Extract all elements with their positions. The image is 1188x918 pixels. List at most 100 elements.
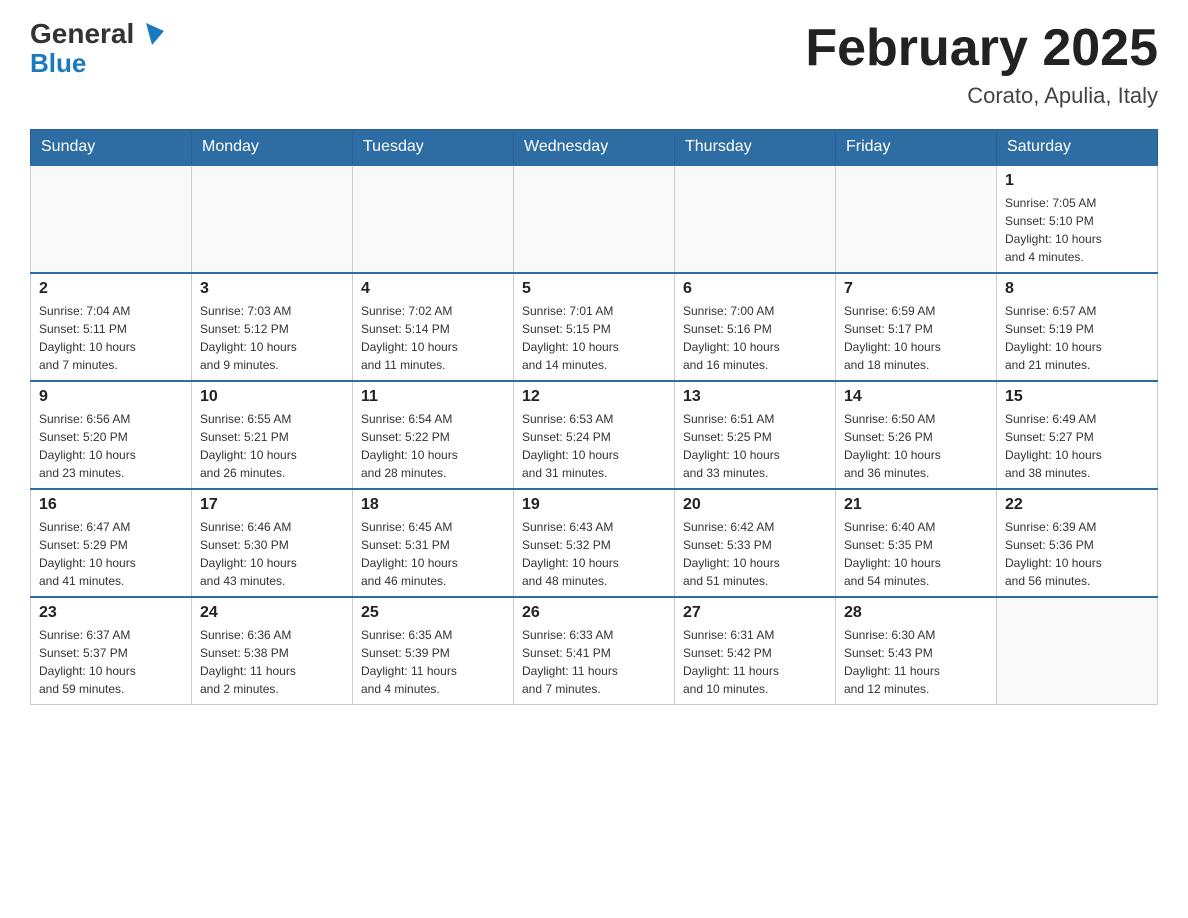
day-info: Sunrise: 6:36 AM Sunset: 5:38 PM Dayligh… bbox=[200, 626, 344, 698]
day-info: Sunrise: 6:50 AM Sunset: 5:26 PM Dayligh… bbox=[844, 410, 988, 482]
day-info: Sunrise: 6:46 AM Sunset: 5:30 PM Dayligh… bbox=[200, 518, 344, 590]
day-number: 15 bbox=[1005, 388, 1149, 406]
calendar-cell: 4Sunrise: 7:02 AM Sunset: 5:14 PM Daylig… bbox=[353, 273, 514, 381]
day-number: 6 bbox=[683, 280, 827, 298]
day-info: Sunrise: 6:51 AM Sunset: 5:25 PM Dayligh… bbox=[683, 410, 827, 482]
calendar-cell bbox=[675, 165, 836, 273]
calendar-cell bbox=[836, 165, 997, 273]
day-number: 12 bbox=[522, 388, 666, 406]
weekday-header-wednesday: Wednesday bbox=[514, 130, 675, 166]
calendar-cell bbox=[31, 165, 192, 273]
calendar-cell: 6 Sunrise: 7:00 AM Sunset: 5:16 PM Daylig… bbox=[675, 273, 836, 381]
day-info: Sunrise: 6:30 AM Sunset: 5:43 PM Dayligh… bbox=[844, 626, 988, 698]
day-number: 16 bbox=[39, 496, 183, 514]
day-info: Sunrise: 6:49 AM Sunset: 5:27 PM Dayligh… bbox=[1005, 410, 1149, 482]
day-info: Sunrise: 6:37 AM Sunset: 5:37 PM Dayligh… bbox=[39, 626, 183, 698]
calendar-cell: 17Sunrise: 6:46 AM Sunset: 5:30 PM Dayli… bbox=[192, 489, 353, 597]
calendar-title: February 2025 bbox=[805, 20, 1158, 77]
day-info: Sunrise: 6:56 AM Sunset: 5:20 PM Dayligh… bbox=[39, 410, 183, 482]
day-info: Sunrise: 6:31 AM Sunset: 5:42 PM Dayligh… bbox=[683, 626, 827, 698]
day-number: 24 bbox=[200, 604, 344, 622]
calendar-cell: 24 Sunrise: 6:36 AM Sunset: 5:38 PM Dayli… bbox=[192, 597, 353, 705]
calendar-cell: 20 Sunrise: 6:42 AM Sunset: 5:33 PM Dayli… bbox=[675, 489, 836, 597]
day-number: 7 bbox=[844, 280, 988, 298]
page-header: General Blue February 2025 Corato, Apuli… bbox=[30, 20, 1158, 109]
calendar-cell: 8 Sunrise: 6:57 AM Sunset: 5:19 PM Daylig… bbox=[997, 273, 1158, 381]
calendar-cell: 22Sunrise: 6:39 AM Sunset: 5:36 PM Dayli… bbox=[997, 489, 1158, 597]
calendar-cell: 14 Sunrise: 6:50 AM Sunset: 5:26 PM Dayli… bbox=[836, 381, 997, 489]
calendar-cell: 15 Sunrise: 6:49 AM Sunset: 5:27 PM Dayli… bbox=[997, 381, 1158, 489]
calendar-cell: 16 Sunrise: 6:47 AM Sunset: 5:29 PM Dayli… bbox=[31, 489, 192, 597]
weekday-header-thursday: Thursday bbox=[675, 130, 836, 166]
day-number: 3 bbox=[200, 280, 344, 298]
weekday-header-tuesday: Tuesday bbox=[353, 130, 514, 166]
day-info: Sunrise: 7:04 AM Sunset: 5:11 PM Dayligh… bbox=[39, 302, 183, 374]
day-info: Sunrise: 6:39 AM Sunset: 5:36 PM Dayligh… bbox=[1005, 518, 1149, 590]
day-number: 18 bbox=[361, 496, 505, 514]
day-number: 13 bbox=[683, 388, 827, 406]
calendar-cell: 1 Sunrise: 7:05 AM Sunset: 5:10 PM Daylig… bbox=[997, 165, 1158, 273]
day-info: Sunrise: 6:55 AM Sunset: 5:21 PM Dayligh… bbox=[200, 410, 344, 482]
day-info: Sunrise: 6:40 AM Sunset: 5:35 PM Dayligh… bbox=[844, 518, 988, 590]
day-info: Sunrise: 7:01 AM Sunset: 5:15 PM Dayligh… bbox=[522, 302, 666, 374]
weekday-header-sunday: Sunday bbox=[31, 130, 192, 166]
calendar-cell bbox=[353, 165, 514, 273]
day-number: 27 bbox=[683, 604, 827, 622]
day-info: Sunrise: 6:57 AM Sunset: 5:19 PM Dayligh… bbox=[1005, 302, 1149, 374]
day-info: Sunrise: 6:45 AM Sunset: 5:31 PM Dayligh… bbox=[361, 518, 505, 590]
calendar-cell: 18 Sunrise: 6:45 AM Sunset: 5:31 PM Dayli… bbox=[353, 489, 514, 597]
week-row-3: 9 Sunrise: 6:56 AM Sunset: 5:20 PM Daylig… bbox=[31, 381, 1158, 489]
day-info: Sunrise: 6:33 AM Sunset: 5:41 PM Dayligh… bbox=[522, 626, 666, 698]
day-info: Sunrise: 6:54 AM Sunset: 5:22 PM Dayligh… bbox=[361, 410, 505, 482]
week-row-2: 2 Sunrise: 7:04 AM Sunset: 5:11 PM Daylig… bbox=[31, 273, 1158, 381]
calendar-cell bbox=[192, 165, 353, 273]
logo: General Blue bbox=[30, 20, 145, 76]
day-number: 21 bbox=[844, 496, 988, 514]
calendar-subtitle: Corato, Apulia, Italy bbox=[805, 83, 1158, 109]
weekday-header-row: SundayMondayTuesdayWednesdayThursdayFrid… bbox=[31, 130, 1158, 166]
calendar-cell: 12 Sunrise: 6:53 AM Sunset: 5:24 PM Dayli… bbox=[514, 381, 675, 489]
day-info: Sunrise: 6:59 AM Sunset: 5:17 PM Dayligh… bbox=[844, 302, 988, 374]
day-info: Sunrise: 6:43 AM Sunset: 5:32 PM Dayligh… bbox=[522, 518, 666, 590]
calendar-cell bbox=[997, 597, 1158, 705]
logo-general: General bbox=[30, 20, 145, 48]
day-number: 9 bbox=[39, 388, 183, 406]
day-number: 10 bbox=[200, 388, 344, 406]
day-number: 19 bbox=[522, 496, 666, 514]
calendar-cell: 7 Sunrise: 6:59 AM Sunset: 5:17 PM Daylig… bbox=[836, 273, 997, 381]
calendar-cell: 11 Sunrise: 6:54 AM Sunset: 5:22 PM Dayli… bbox=[353, 381, 514, 489]
day-info: Sunrise: 7:05 AM Sunset: 5:10 PM Dayligh… bbox=[1005, 194, 1149, 266]
calendar-cell: 2 Sunrise: 7:04 AM Sunset: 5:11 PM Daylig… bbox=[31, 273, 192, 381]
day-number: 14 bbox=[844, 388, 988, 406]
day-info: Sunrise: 6:42 AM Sunset: 5:33 PM Dayligh… bbox=[683, 518, 827, 590]
calendar-cell bbox=[514, 165, 675, 273]
day-number: 5 bbox=[522, 280, 666, 298]
weekday-header-monday: Monday bbox=[192, 130, 353, 166]
day-info: Sunrise: 6:53 AM Sunset: 5:24 PM Dayligh… bbox=[522, 410, 666, 482]
day-number: 28 bbox=[844, 604, 988, 622]
day-number: 20 bbox=[683, 496, 827, 514]
day-number: 4 bbox=[361, 280, 505, 298]
day-number: 26 bbox=[522, 604, 666, 622]
day-number: 2 bbox=[39, 280, 183, 298]
day-number: 1 bbox=[1005, 172, 1149, 190]
calendar-cell: 25 Sunrise: 6:35 AM Sunset: 5:39 PM Dayli… bbox=[353, 597, 514, 705]
weekday-header-saturday: Saturday bbox=[997, 130, 1158, 166]
calendar-table: SundayMondayTuesdayWednesdayThursdayFrid… bbox=[30, 129, 1158, 705]
calendar-cell: 3Sunrise: 7:03 AM Sunset: 5:12 PM Daylig… bbox=[192, 273, 353, 381]
calendar-cell: 19 Sunrise: 6:43 AM Sunset: 5:32 PM Dayli… bbox=[514, 489, 675, 597]
day-info: Sunrise: 6:47 AM Sunset: 5:29 PM Dayligh… bbox=[39, 518, 183, 590]
week-row-4: 16 Sunrise: 6:47 AM Sunset: 5:29 PM Dayli… bbox=[31, 489, 1158, 597]
calendar-cell: 13 Sunrise: 6:51 AM Sunset: 5:25 PM Dayli… bbox=[675, 381, 836, 489]
calendar-cell: 28 Sunrise: 6:30 AM Sunset: 5:43 PM Dayli… bbox=[836, 597, 997, 705]
day-number: 11 bbox=[361, 388, 505, 406]
calendar-cell: 5 Sunrise: 7:01 AM Sunset: 5:15 PM Daylig… bbox=[514, 273, 675, 381]
day-info: Sunrise: 6:35 AM Sunset: 5:39 PM Dayligh… bbox=[361, 626, 505, 698]
calendar-cell: 23Sunrise: 6:37 AM Sunset: 5:37 PM Dayli… bbox=[31, 597, 192, 705]
weekday-header-friday: Friday bbox=[836, 130, 997, 166]
day-info: Sunrise: 7:00 AM Sunset: 5:16 PM Dayligh… bbox=[683, 302, 827, 374]
calendar-cell: 21 Sunrise: 6:40 AM Sunset: 5:35 PM Dayli… bbox=[836, 489, 997, 597]
day-number: 8 bbox=[1005, 280, 1149, 298]
calendar-cell: 10 Sunrise: 6:55 AM Sunset: 5:21 PM Dayli… bbox=[192, 381, 353, 489]
day-number: 25 bbox=[361, 604, 505, 622]
